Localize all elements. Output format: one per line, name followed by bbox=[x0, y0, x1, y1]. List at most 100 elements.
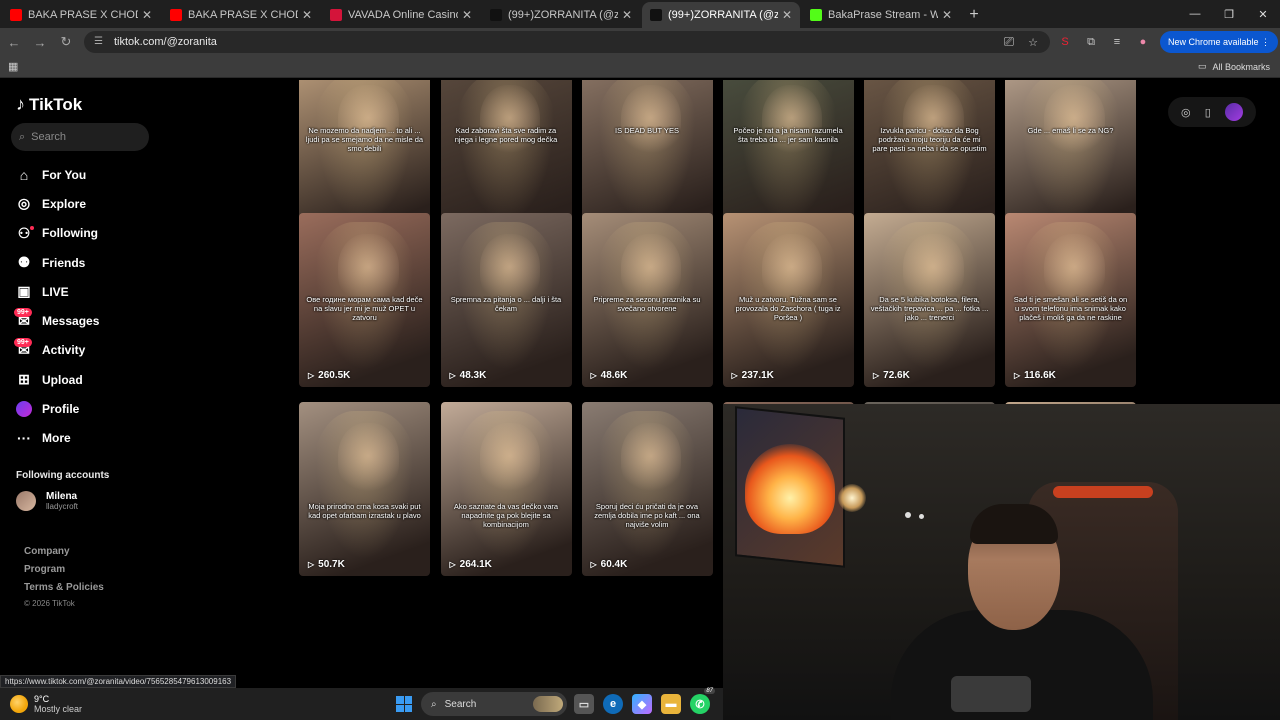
view-count: ▷ 48.3K bbox=[450, 370, 487, 381]
following-account-item[interactable]: Milena lladycroft bbox=[16, 491, 78, 511]
weather-widget[interactable]: 9°C Mostly clear bbox=[10, 694, 82, 714]
browser-tab[interactable]: VAVADA Online Casino ✕ bbox=[322, 2, 480, 28]
view-count: ▷ 116.6K bbox=[1014, 370, 1056, 381]
search-icon: ⌕ bbox=[19, 130, 26, 143]
close-tab-icon[interactable]: ✕ bbox=[782, 8, 792, 22]
my-profile-avatar[interactable] bbox=[1224, 103, 1243, 121]
video-caption: Ne mozemo da nadjem ... to ali ... ljudi… bbox=[305, 126, 424, 153]
video-caption: Moja prirodno crna kosa svaki put kad op… bbox=[308, 502, 421, 520]
nav-item-messages[interactable]: ✉ 99+ Messages bbox=[14, 306, 99, 335]
new-content-dot bbox=[30, 225, 34, 230]
copilot-icon[interactable]: ◆ bbox=[632, 694, 652, 714]
youtube-icon bbox=[10, 9, 22, 21]
footer-company-link[interactable]: Company bbox=[24, 543, 104, 561]
footer-program-link[interactable]: Program bbox=[24, 561, 104, 579]
taskbar-apps: ▭ e ◆ ▬ ✆ 87 bbox=[574, 688, 715, 714]
nav-item-activity[interactable]: ✉ 99+ Activity bbox=[14, 336, 99, 365]
nav-item-explore[interactable]: ◎ Explore bbox=[16, 189, 99, 218]
video-thumbnail[interactable]: Muž u zatvoru. Tužna sam se provozala do… bbox=[722, 213, 854, 387]
video-thumbnail[interactable]: Sporuj deci ću pričati da je ova zemlja … bbox=[581, 402, 713, 576]
browser-tab[interactable]: BAKA PRASE X CHODA - BETM ✕ bbox=[2, 2, 160, 28]
phone-icon[interactable]: ▯ bbox=[1205, 106, 1211, 119]
new-chrome-available-button[interactable]: New Chrome available ⋮ bbox=[1160, 31, 1279, 53]
nav-item-for-you[interactable]: ⌂ For You bbox=[16, 160, 99, 189]
profile-icon bbox=[16, 401, 32, 418]
coin-icon[interactable]: ◎ bbox=[1181, 106, 1191, 119]
maximize-icon[interactable]: ❐ bbox=[1212, 0, 1246, 28]
streamer-webcam bbox=[723, 404, 1280, 720]
compass-icon: ◎ bbox=[17, 195, 31, 212]
forward-icon[interactable]: → bbox=[28, 30, 52, 54]
nav-item-live[interactable]: ▣ LIVE bbox=[16, 277, 99, 306]
video-thumbnail[interactable]: Ове године морам сама kad deče na slavu … bbox=[299, 213, 430, 387]
close-tab-icon[interactable]: ✕ bbox=[462, 8, 472, 22]
nav-item-upload[interactable]: ⊞ Upload bbox=[16, 365, 99, 394]
cast-icon[interactable]: ⎚ bbox=[1004, 34, 1014, 50]
close-tab-icon[interactable]: ✕ bbox=[622, 8, 632, 22]
play-icon: ▷ bbox=[308, 560, 315, 569]
windows-start-icon[interactable] bbox=[396, 696, 412, 712]
folder-app-icon[interactable]: ▬ bbox=[661, 694, 681, 714]
browser-tab[interactable]: BAKA PRASE X CHODA - BETM ✕ bbox=[162, 2, 320, 28]
footer-terms-link[interactable]: Terms & Policies bbox=[24, 579, 104, 597]
notification-badge: 99+ bbox=[14, 337, 32, 347]
edge-icon[interactable]: e bbox=[603, 694, 623, 714]
search-input[interactable]: ⌕ Search bbox=[11, 123, 149, 151]
nav-label: Following bbox=[42, 226, 98, 241]
close-tab-icon[interactable]: ✕ bbox=[302, 8, 312, 22]
address-bar[interactable]: ☰ tiktok.com/@zoranita ⎚ ☆ bbox=[84, 31, 1050, 53]
close-tab-icon[interactable]: ✕ bbox=[942, 8, 952, 22]
site-info-icon[interactable]: ☰ bbox=[94, 36, 106, 48]
bokeh-light bbox=[905, 512, 911, 518]
new-tab-button[interactable]: + bbox=[960, 2, 988, 28]
play-icon: ▷ bbox=[590, 371, 597, 380]
bookmark-star-icon[interactable]: ☆ bbox=[1028, 36, 1038, 49]
nav-item-following[interactable]: ⚇ Following bbox=[16, 219, 99, 248]
browser-tab[interactable]: (99+)ZORRANITA (@zoranita) | ✕ bbox=[482, 2, 640, 28]
minimize-icon[interactable]: — bbox=[1178, 0, 1212, 28]
video-thumbnail[interactable]: Ako saznate da vas dečko vara napadnite … bbox=[440, 402, 572, 576]
video-thumbnail[interactable]: Pripreme za sezonu praznika su svečano o… bbox=[581, 213, 713, 387]
tab-title: BAKA PRASE X CHODA - BETM bbox=[188, 9, 298, 21]
extensions-puzzle-icon[interactable]: ⧉ bbox=[1080, 31, 1102, 53]
video-thumbnail[interactable]: Spremna za pitanja o ... dalji i šta ček… bbox=[440, 213, 572, 387]
folder-icon: ▭ bbox=[1197, 61, 1207, 71]
video-preview-hair bbox=[735, 80, 841, 230]
tab-title: (99+)ZORRANITA (@zoranita) | bbox=[668, 9, 778, 21]
video-caption: Izvukla paricu - dokaz da Bog podržava m… bbox=[872, 126, 987, 153]
browser-tab[interactable]: (99+)ZORRANITA (@zoranita) | ✕ bbox=[642, 2, 800, 28]
taskbar-search[interactable]: ⌕ Search bbox=[421, 692, 567, 716]
file-explorer-icon[interactable]: ▭ bbox=[574, 694, 594, 714]
apps-grid-icon[interactable]: ▦ bbox=[8, 60, 18, 73]
view-count-value: 50.7K bbox=[318, 559, 345, 570]
tiktok-logo[interactable]: ♪ TikTok bbox=[16, 94, 82, 115]
account-username: lladycroft bbox=[46, 502, 79, 511]
browser-tab[interactable]: BakaPrase Stream - Watch Live ✕ bbox=[802, 2, 960, 28]
taskbar-search-label: Search bbox=[444, 698, 477, 710]
nav-item-more[interactable]: ··· More bbox=[16, 424, 99, 453]
profile-avatar-icon[interactable]: ● bbox=[1132, 31, 1154, 53]
all-bookmarks-button[interactable]: ▭ All Bookmarks bbox=[1198, 61, 1270, 72]
video-thumbnail[interactable]: Moja prirodno crna kosa svaki put kad op… bbox=[299, 402, 430, 576]
reading-list-icon[interactable]: ≡ bbox=[1106, 31, 1128, 53]
reload-icon[interactable]: ↻ bbox=[54, 30, 78, 54]
shirt-print bbox=[951, 676, 1031, 712]
nav-item-profile[interactable]: Profile bbox=[16, 394, 99, 423]
close-window-icon[interactable]: ✕ bbox=[1246, 0, 1280, 28]
extension-icon[interactable]: S bbox=[1054, 31, 1076, 53]
video-thumbnail[interactable]: Sad ti je smešan ali se setiš da on u sv… bbox=[1005, 213, 1136, 387]
browser-tabbar: BAKA PRASE X CHODA - BETM✕BAKA PRASE X C… bbox=[0, 0, 1280, 28]
nav-item-friends[interactable]: ⚉ Friends bbox=[16, 248, 99, 277]
whatsapp-icon[interactable]: ✆ 87 bbox=[690, 688, 715, 714]
more-icon: ··· bbox=[17, 430, 31, 447]
back-icon[interactable]: ← bbox=[2, 30, 26, 54]
close-tab-icon[interactable]: ✕ bbox=[142, 8, 152, 22]
play-icon: ▷ bbox=[308, 371, 315, 380]
video-caption: Ове године морам сама kad deče na slavu … bbox=[306, 295, 423, 322]
video-thumbnail[interactable]: Da se 5 kubika botoksa, filera, veštački… bbox=[864, 213, 995, 387]
search-placeholder: Search bbox=[31, 131, 67, 143]
view-count: ▷ 72.6K bbox=[873, 370, 910, 381]
nav-label: Activity bbox=[42, 343, 86, 358]
chair-logo bbox=[1053, 486, 1153, 498]
tab-title: (99+)ZORRANITA (@zoranita) | bbox=[508, 9, 618, 21]
